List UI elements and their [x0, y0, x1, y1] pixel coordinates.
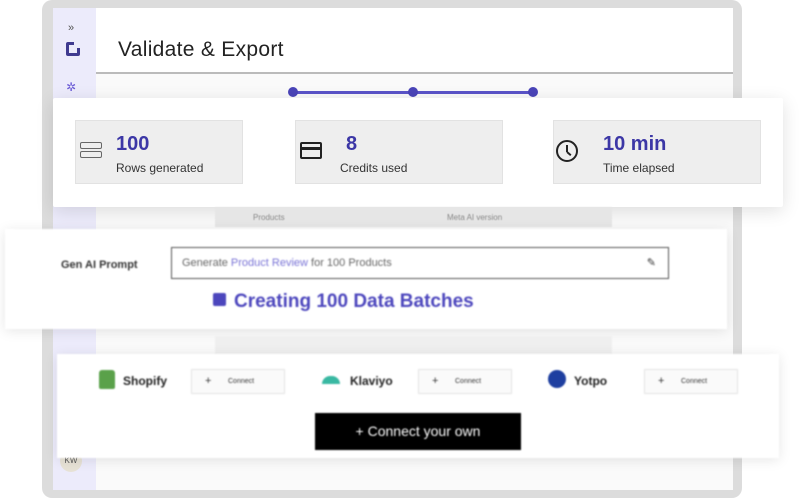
tab-meta-ai-version[interactable]: Meta AI version — [447, 213, 502, 222]
credit-card-icon — [300, 142, 322, 159]
connect-label: Connect — [455, 378, 482, 385]
connect-yotpo-button[interactable]: + Connect — [644, 369, 738, 394]
gen-ai-prompt-card: Gen AI Prompt Generate Product Review fo… — [5, 229, 727, 329]
tab-products[interactable]: Products — [253, 213, 285, 222]
integration-name-klaviyo: Klaviyo — [350, 374, 393, 388]
step-dot-2[interactable] — [408, 87, 418, 97]
prompt-highlight[interactable]: Product Review — [231, 257, 308, 269]
magic-wand-icon[interactable]: ✲ — [66, 80, 76, 94]
rows-icon — [80, 140, 102, 160]
stat-time-elapsed: 10 min Time elapsed — [553, 120, 761, 184]
progress-stepper — [288, 87, 538, 97]
step-dot-3[interactable] — [528, 87, 538, 97]
stat-label: Credits used — [340, 161, 408, 175]
double-chevron-right-icon[interactable]: » — [68, 22, 74, 34]
integration-name-shopify: Shopify — [123, 374, 167, 388]
connect-klaviyo-button[interactable]: + Connect — [418, 369, 512, 394]
stat-label: Rows generated — [116, 161, 204, 175]
stat-label: Time elapsed — [603, 161, 675, 175]
prompt-input[interactable]: Generate Product Review for 100 Products… — [171, 247, 669, 279]
stat-value: 10 min — [603, 133, 667, 155]
clock-icon — [556, 140, 578, 162]
batch-icon — [213, 293, 226, 306]
faded-divider-strip — [215, 336, 612, 354]
plus-icon: + — [658, 375, 665, 387]
stat-value: 8 — [346, 133, 358, 155]
batch-status: Creating 100 Data Batches — [213, 291, 474, 313]
plus-icon: + — [205, 375, 212, 387]
yotpo-logo-icon — [548, 370, 566, 388]
prompt-text: Generate Product Review for 100 Products — [182, 257, 392, 269]
batch-status-text: Creating 100 Data Batches — [234, 291, 474, 312]
stat-credits-used: 8 Credits used — [295, 120, 503, 184]
pencil-icon[interactable]: ✎ — [647, 256, 656, 269]
integration-name-yotpo: Yotpo — [574, 374, 608, 388]
connect-label: Connect — [681, 378, 708, 385]
plus-icon: + — [432, 375, 439, 387]
page-header: Validate & Export — [96, 8, 733, 74]
page-title: Validate & Export — [118, 38, 284, 61]
step-dot-1[interactable] — [288, 87, 298, 97]
stats-card: 100 Rows generated 8 Credits used 10 min… — [53, 98, 783, 207]
app-logo-icon[interactable] — [66, 42, 80, 56]
connect-your-own-button[interactable]: + Connect your own — [315, 413, 521, 450]
faded-table-tabs: Products Meta AI version — [215, 207, 612, 227]
shopify-logo-icon — [99, 370, 115, 389]
stat-value: 100 — [116, 133, 150, 155]
stat-rows-generated: 100 Rows generated — [75, 120, 243, 184]
connect-label: Connect — [228, 378, 255, 385]
prompt-label: Gen AI Prompt — [61, 259, 138, 271]
connect-shopify-button[interactable]: + Connect — [191, 369, 285, 394]
klaviyo-logo-icon — [322, 376, 340, 384]
integrations-card: Shopify + Connect Klaviyo + Connect Yotp… — [57, 354, 779, 458]
